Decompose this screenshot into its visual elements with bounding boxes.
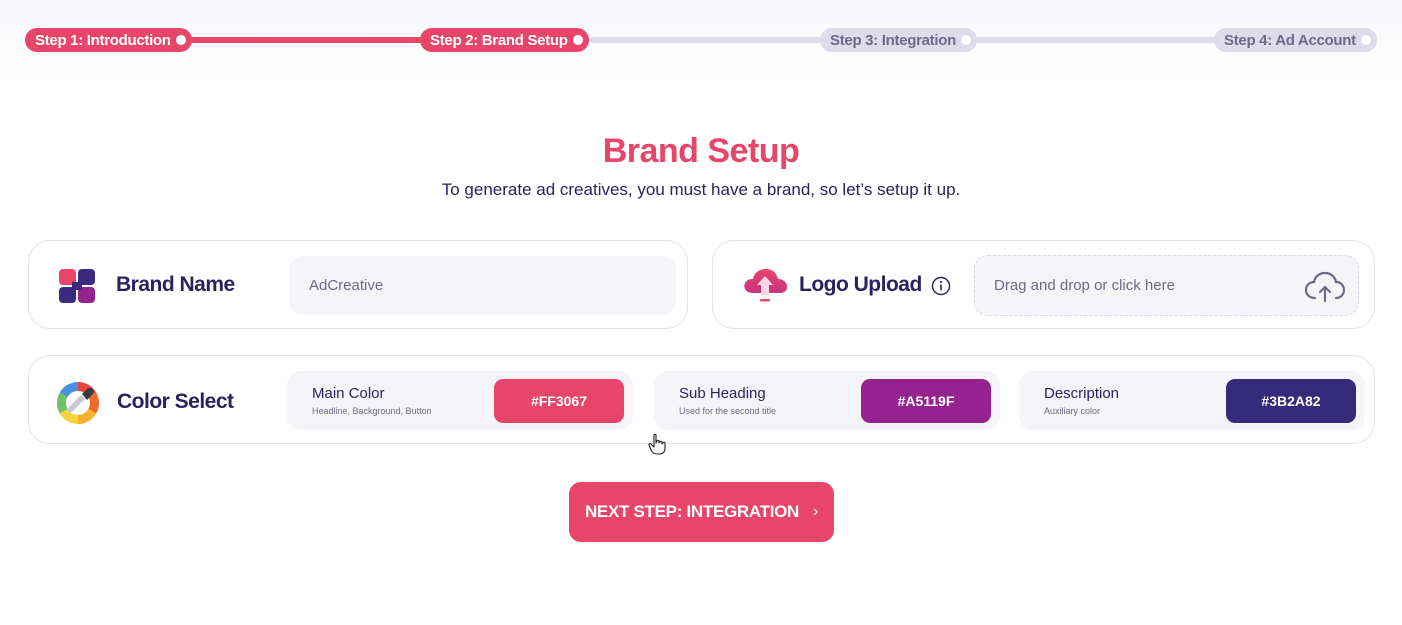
logo-dropzone[interactable]: Drag and drop or click here xyxy=(974,255,1359,316)
sub-heading-color-swatch: Sub Heading Used for the second title #A… xyxy=(654,371,1000,430)
step-integration[interactable]: Step 3: Integration xyxy=(820,28,977,52)
step-label: Step 3: Integration xyxy=(830,31,956,49)
swatch-description: Auxiliary color xyxy=(1044,406,1101,416)
step-label: Step 2: Brand Setup xyxy=(430,31,568,49)
sub-heading-color-button[interactable]: #A5119F xyxy=(861,379,991,423)
step-label: Step 4: Ad Account xyxy=(1224,31,1356,49)
stepper-track-completed xyxy=(180,37,430,43)
color-select-card: Color Select Main Color Headline, Backgr… xyxy=(28,355,1375,444)
brand-name-input[interactable] xyxy=(289,256,676,315)
swatch-title: Main Color xyxy=(312,385,385,402)
step-dot-icon xyxy=(572,35,583,45)
next-step-label: NEXT STEP: INTEGRATION xyxy=(584,502,800,521)
dropzone-text: Drag and drop or click here xyxy=(994,277,1175,294)
next-step-button[interactable]: NEXT STEP: INTEGRATION › xyxy=(569,482,834,542)
page-title: Brand Setup xyxy=(602,132,800,170)
main-color-button[interactable]: #FF3067 xyxy=(494,379,624,423)
hand-cursor-icon xyxy=(648,433,666,455)
brand-name-card: Brand Name xyxy=(28,240,688,329)
page-subtitle: To generate ad creatives, you must have … xyxy=(441,180,961,199)
description-color-button[interactable]: #3B2A82 xyxy=(1226,379,1356,423)
progress-stepper: Step 1: Introduction Step 2: Brand Setup… xyxy=(0,0,1402,78)
color-select-label: Color Select xyxy=(117,390,234,413)
step-introduction[interactable]: Step 1: Introduction xyxy=(25,28,192,52)
main-color-swatch: Main Color Headline, Background, Button … xyxy=(287,371,633,430)
cloud-upload-brand-icon xyxy=(744,269,787,302)
step-dot-icon xyxy=(960,35,971,45)
swatch-title: Sub Heading xyxy=(679,385,766,402)
brand-blocks-icon xyxy=(59,269,95,303)
info-icon[interactable] xyxy=(931,276,951,296)
brand-name-label: Brand Name xyxy=(116,273,235,296)
step-brand-setup[interactable]: Step 2: Brand Setup xyxy=(420,28,589,52)
swatch-description: Headline, Background, Button xyxy=(312,406,432,416)
step-label: Step 1: Introduction xyxy=(35,31,171,49)
step-dot-icon xyxy=(175,35,186,45)
step-dot-icon xyxy=(1360,35,1371,45)
color-picker-icon xyxy=(56,382,100,424)
cloud-upload-icon xyxy=(1304,271,1346,303)
swatch-title: Description xyxy=(1044,385,1120,402)
swatch-description: Used for the second title xyxy=(679,406,777,416)
chevron-right-icon: › xyxy=(813,503,819,520)
logo-upload-card: Logo Upload Drag and drop or click here xyxy=(712,240,1375,329)
logo-upload-label: Logo Upload xyxy=(799,273,922,296)
description-color-swatch: Description Auxiliary color #3B2A82 xyxy=(1019,371,1365,430)
step-ad-account[interactable]: Step 4: Ad Account xyxy=(1214,28,1377,52)
